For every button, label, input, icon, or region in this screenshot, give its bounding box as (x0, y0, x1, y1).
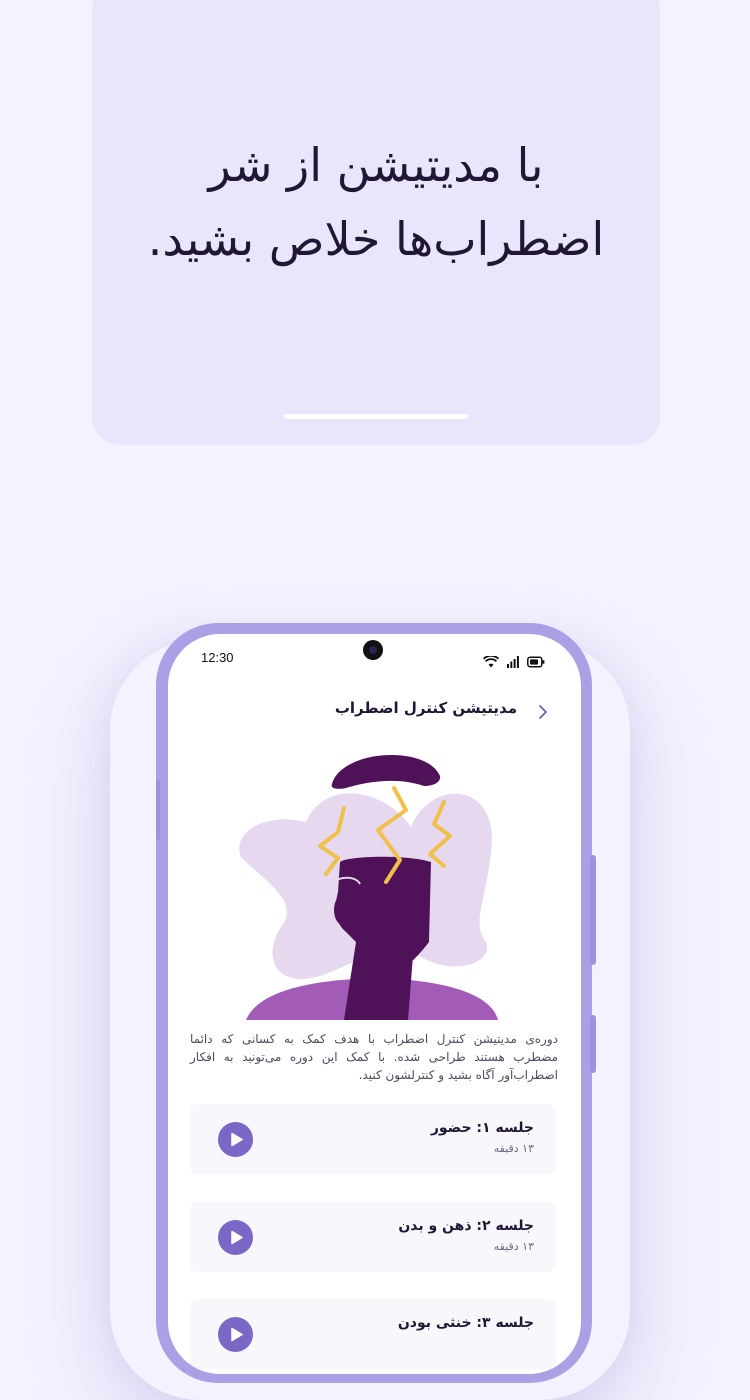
session-card-3[interactable]: جلسه ۳: خنثی بودن (190, 1299, 556, 1369)
phone-side-button (590, 855, 596, 965)
session-title: جلسه ۱: حضور (430, 1120, 534, 1136)
session-title: جلسه ۳: خنثی بودن (397, 1315, 534, 1331)
session-duration: ۱۳ دقیقه (493, 1240, 534, 1253)
session-card-1[interactable]: جلسه ۱: حضور ۱۳ دقیقه (190, 1104, 556, 1174)
session-title: جلسه ۲: ذهن و بدن (398, 1218, 534, 1234)
course-description: دوره‌ی مدیتیشن کنترل اضطراب با هدف کمک ب… (190, 1032, 558, 1082)
play-button[interactable] (218, 1220, 253, 1255)
phone-screen: 12:30 مدیتیشن کنترل اضطراب (168, 634, 581, 1374)
front-camera (363, 640, 383, 660)
play-button[interactable] (218, 1317, 253, 1352)
promo-headline-line-1: با مدیتیشن از شر (208, 138, 544, 192)
play-icon (231, 1327, 243, 1342)
status-time: 12:30 (201, 650, 234, 665)
status-icons (480, 651, 545, 670)
carousel-indicator (284, 414, 468, 419)
chevron-right-icon[interactable] (534, 703, 552, 721)
phone-side-button (590, 1015, 596, 1073)
wifi-icon (482, 655, 499, 667)
session-duration: ۱۳ دقیقه (493, 1142, 534, 1155)
promo-headline: با مدیتیشن از شر اضطراب‌ها خلاص بشید. (92, 128, 660, 276)
battery-icon (527, 656, 545, 667)
play-icon (231, 1230, 243, 1245)
promo-headline-line-2: اضطراب‌ها خلاص بشید. (147, 212, 605, 266)
promo-card: با مدیتیشن از شر اضطراب‌ها خلاص بشید. (92, 0, 660, 445)
phone-side-button (156, 780, 160, 840)
session-card-2[interactable]: جلسه ۲: ذهن و بدن ۱۳ دقیقه (190, 1202, 556, 1272)
play-button[interactable] (218, 1122, 253, 1157)
signal-icon (506, 655, 519, 668)
anxiety-illustration (239, 754, 498, 1020)
screen-title: مدیتیشن کنترل اضطراب (334, 699, 517, 717)
play-icon (231, 1132, 243, 1147)
